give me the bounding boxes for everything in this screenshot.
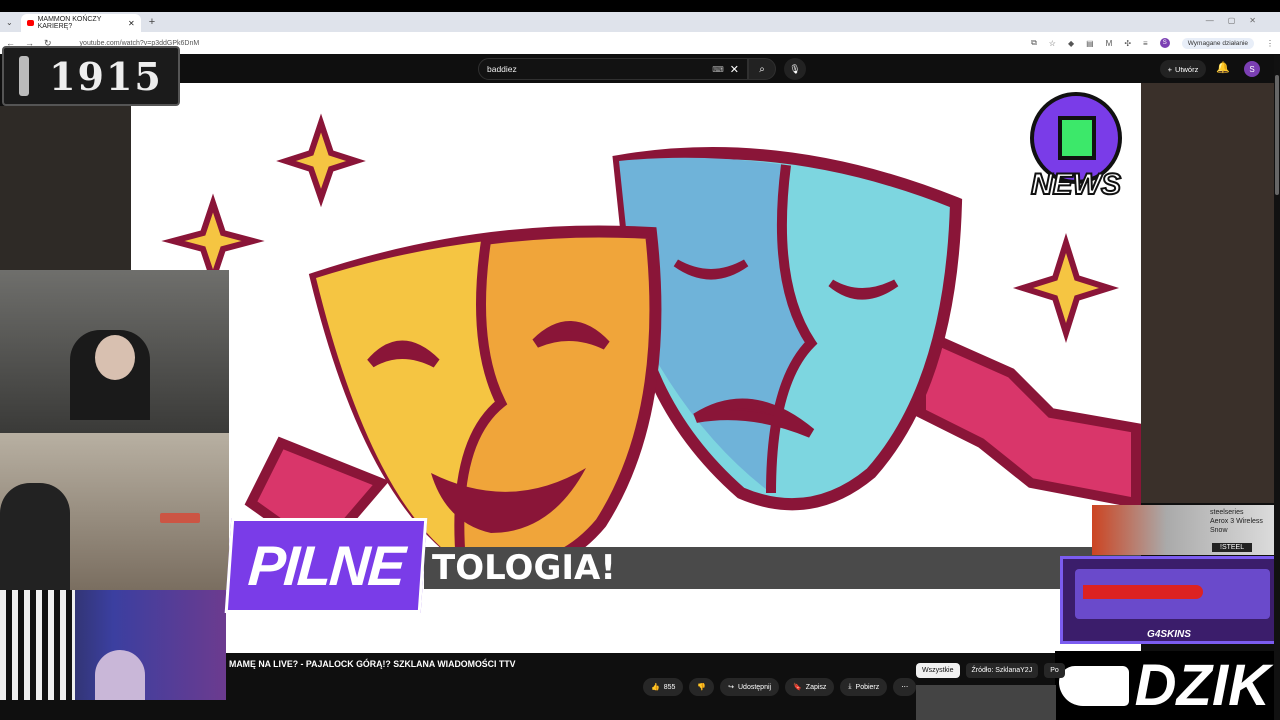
scrollbar-thumb[interactable] — [1275, 75, 1279, 195]
chip-source[interactable]: Źródło: SzklanaY2J — [965, 663, 1039, 678]
youtube-favicon-icon — [26, 20, 34, 26]
save-label: Zapisz — [805, 683, 827, 691]
ribbon-right — [916, 325, 1141, 510]
thumbs-up-icon: 👍 — [651, 684, 660, 691]
required-action-button[interactable]: Wymagane działanie — [1181, 37, 1254, 49]
tab-list-icon[interactable]: ⌄ — [6, 18, 13, 27]
screen-top-bar — [0, 0, 1280, 12]
extension-icon[interactable]: ◆ — [1068, 39, 1074, 48]
window-controls[interactable]: —▢✕ — [1206, 16, 1270, 25]
chip-all[interactable]: Wszystkie — [916, 663, 960, 678]
news-logo: NEWS — [1024, 92, 1128, 204]
media-icon[interactable]: ≡ — [1143, 39, 1148, 48]
mic-icon: 🎙 — [789, 63, 801, 74]
extension-icon[interactable]: M — [1106, 39, 1113, 48]
sparkle-right — [1012, 232, 1120, 344]
download-button[interactable]: ⤓ Pobierz — [840, 678, 888, 696]
keyboard-icon[interactable]: ⌨ — [712, 65, 724, 74]
webcam-feed-2 — [0, 433, 229, 590]
install-icon[interactable]: ⧉ — [1031, 38, 1037, 48]
like-count: 855 — [663, 683, 676, 691]
search-input[interactable]: baddiez ⌨ ✕ — [478, 58, 748, 80]
dislike-button[interactable]: 👎 — [689, 678, 715, 696]
extensions-area: ⧉ ☆ ◆ ▤ M ✣ ≡ S Wymagane działanie ⋮ — [1031, 37, 1274, 49]
more-actions-button[interactable]: ⋯ — [893, 678, 917, 696]
video-title: MAMĘ NA LIVE? - PAJALOCK GÓRĄ!? SZKLANA … — [229, 659, 516, 669]
related-filter-chips: Wszystkie Źródło: SzklanaY2J Po — [916, 663, 1065, 678]
more-dots-icon: ⋯ — [901, 684, 909, 691]
g4skins-ad: G4SKINS — [1060, 556, 1278, 644]
menu-dots-icon[interactable]: ⋮ — [1266, 39, 1274, 48]
fireplace — [160, 513, 200, 523]
streamer-silhouette — [0, 483, 70, 590]
search-button[interactable]: ⌕ — [748, 58, 776, 80]
streamer-face — [95, 335, 135, 380]
logo-1915: 1915 — [2, 46, 180, 106]
like-button[interactable]: 👍 855 — [643, 678, 684, 696]
create-label: Utwórz — [1175, 64, 1199, 74]
profile-avatar[interactable]: S — [1159, 38, 1170, 48]
dzik-logo: DZIK — [1055, 651, 1280, 720]
steelseries-ad: steelseries Aerox 3 Wireless Snow !STEEL — [1092, 505, 1278, 555]
pilne-text: PILNE — [246, 534, 406, 597]
download-icon: ⤓ — [848, 683, 852, 690]
right-background-panel — [1141, 83, 1274, 503]
video-actions: 👍 855 👎 ↪ Udostępnij 🔖 Zapisz ⤓ Pobierz ⋯ — [643, 678, 917, 696]
related-video-thumbnail[interactable] — [916, 685, 1056, 720]
address-bar: ← → ↻ youtube.com/watch?v=p3ddGPk6DnM ⧉ … — [0, 32, 1280, 54]
steelseries-product: Aerox 3 Wireless — [1210, 518, 1263, 525]
puzzle-icon[interactable]: ✣ — [1124, 39, 1131, 48]
striped-curtain — [0, 590, 75, 700]
news-logo-graphic: NEWS — [1030, 92, 1122, 202]
news-ticker-bar: TOLOGIA! — [424, 547, 1141, 589]
tab-title: MAMMON KOŃCZY KARIERĘ? — [37, 16, 102, 30]
browser-tab[interactable]: MAMMON KOŃCZY KARIERĘ? ✕ — [20, 14, 141, 32]
g4skins-label: G4SKINS — [1147, 629, 1191, 640]
page-scrollbar[interactable] — [1274, 55, 1280, 720]
thumbs-down-icon: 👎 — [697, 684, 707, 691]
browser-tab-strip: ⌄ MAMMON KOŃCZY KARIERĘ? ✕ + —▢✕ — [0, 12, 1280, 32]
share-label: Udostępnij — [738, 683, 772, 691]
dzik-text: DZIK — [1134, 653, 1270, 718]
steelseries-code: !STEEL — [1212, 543, 1253, 552]
new-tab-button[interactable]: + — [149, 16, 155, 28]
account-avatar[interactable]: S — [1244, 61, 1260, 77]
create-button[interactable]: + Utwórz — [1160, 60, 1206, 78]
sparkle-top-left — [276, 113, 366, 208]
bookmark-star-icon[interactable]: ☆ — [1049, 39, 1056, 48]
extension-icon[interactable]: ▤ — [1086, 39, 1094, 48]
logo-text: 1915 — [49, 53, 163, 99]
boar-icon — [1058, 665, 1129, 706]
steelseries-variant: Snow — [1210, 527, 1228, 534]
voice-search-button[interactable]: 🎙 — [784, 58, 806, 80]
chip-more[interactable]: Po — [1044, 663, 1065, 678]
close-tab-icon[interactable]: ✕ — [128, 19, 135, 28]
sparkle-left — [161, 193, 265, 289]
plus-icon: + — [1167, 64, 1173, 74]
webcam-feed-3 — [0, 590, 226, 700]
bookmark-icon: 🔖 — [793, 684, 802, 691]
search-icon: ⌕ — [759, 63, 765, 75]
pilne-banner: PILNE — [224, 518, 428, 613]
download-label: Pobierz — [855, 683, 880, 691]
ticker-text: TOLOGIA! — [432, 548, 616, 588]
clear-search-icon[interactable]: ✕ — [730, 63, 739, 76]
soldier-figure-icon — [19, 56, 30, 96]
save-button[interactable]: 🔖 Zapisz — [785, 678, 835, 696]
news-logo-text: NEWS — [1031, 168, 1121, 201]
steelseries-brand: steelseries — [1210, 509, 1244, 516]
knife-blade-icon — [1083, 585, 1203, 599]
streamer-silhouette — [95, 650, 145, 700]
share-button[interactable]: ↪ Udostępnij — [720, 678, 780, 696]
left-background-panel — [0, 106, 131, 270]
share-icon: ↪ — [728, 684, 734, 691]
search-value: baddiez — [487, 64, 517, 74]
steelseries-text: steelseries Aerox 3 Wireless Snow — [1210, 508, 1263, 535]
webcam-feed-1 — [0, 270, 229, 433]
notifications-bell-icon[interactable]: 🔔 — [1216, 61, 1230, 74]
